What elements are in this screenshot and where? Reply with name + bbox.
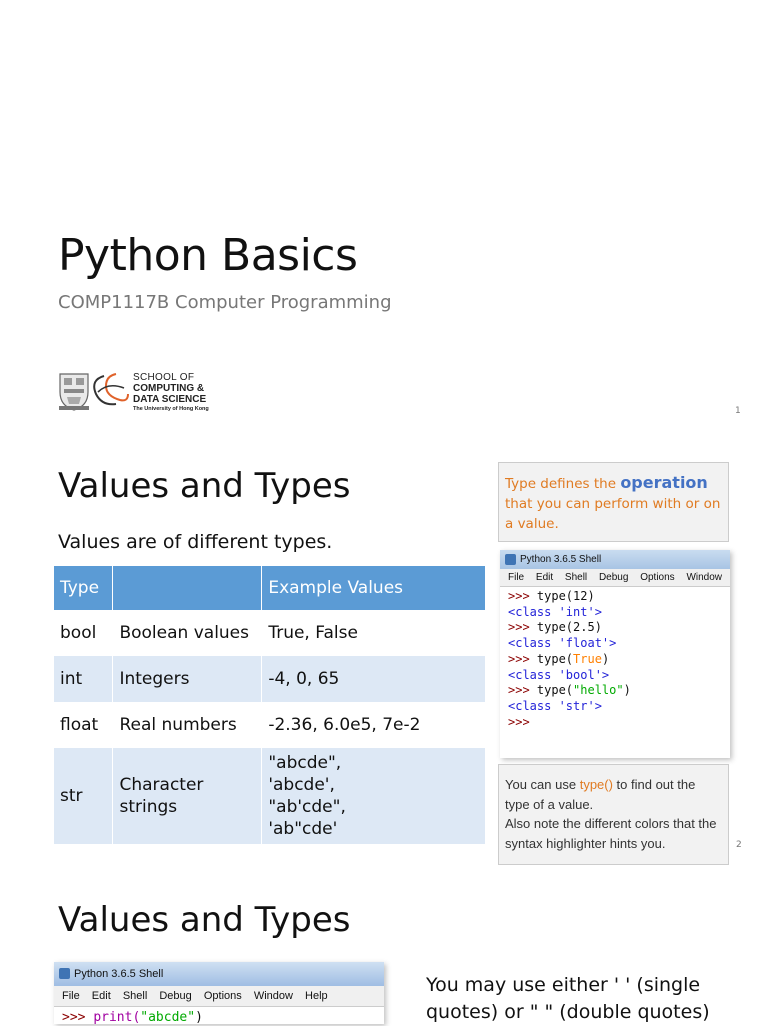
prompt: >>>	[508, 651, 537, 666]
menu-window[interactable]: Window	[686, 572, 722, 583]
callout-operation: Type defines the operation that you can …	[498, 462, 729, 542]
table-row: bool Boolean values True, False	[54, 610, 486, 656]
code-builtin: print(	[93, 1010, 141, 1024]
logo-text: SCHOOL OF COMPUTING & DATA SCIENCE The U…	[133, 372, 209, 413]
menu-shell[interactable]: Shell	[565, 572, 587, 583]
prompt: >>>	[508, 683, 537, 698]
callout-emphasis: operation	[620, 473, 708, 492]
table-cell-examples: -2.36, 6.0e5, 7e-2	[261, 702, 486, 748]
table-header-desc	[112, 566, 263, 610]
code-call: )	[601, 651, 610, 666]
menu-file[interactable]: File	[62, 990, 80, 1002]
slide1-title: Python Basics	[58, 230, 358, 281]
python-shell-window-2: Python 3.6.5 Shell File Edit Shell Debug…	[54, 962, 384, 1024]
quotes-explanation: You may use either ' ' (single quotes) o…	[426, 974, 710, 1023]
shell-title-bar: Python 3.6.5 Shell	[54, 962, 384, 986]
menu-edit[interactable]: Edit	[92, 990, 111, 1002]
shell-title: Python 3.6.5 Shell	[74, 968, 164, 980]
prompt: >>>	[508, 620, 537, 635]
shell-code-area[interactable]: >>> print("abcde")	[54, 1007, 384, 1024]
table-cell-type: float	[54, 702, 114, 748]
slide1-subtitle: COMP1117B Computer Programming	[58, 292, 392, 313]
python-icon	[59, 968, 70, 979]
slide2-intro: Values are of different types.	[58, 531, 333, 553]
table-cell-desc: Boolean values	[112, 610, 263, 656]
code-call: type(	[536, 651, 574, 666]
logo-line-2: COMPUTING &	[133, 383, 205, 394]
table-cell-examples: True, False	[261, 610, 486, 656]
desc-line: strings	[119, 797, 178, 817]
callout-text-pre: You can use	[505, 777, 580, 792]
shell-title-bar: Python 3.6.5 Shell	[500, 550, 730, 569]
menu-debug[interactable]: Debug	[159, 990, 191, 1002]
code-call: )	[195, 1010, 203, 1024]
code-output: <class 'str'>	[508, 698, 602, 713]
page-number-2: 2	[736, 840, 742, 850]
table-cell-examples: "abcde", 'abcde', "ab'cde", 'ab"cde'	[261, 748, 486, 844]
menu-options[interactable]: Options	[640, 572, 674, 583]
shell-title: Python 3.6.5 Shell	[520, 554, 602, 565]
logo-line-4: The University of Hong Kong	[133, 406, 209, 412]
menu-file[interactable]: File	[508, 572, 524, 583]
table-header-examples: Example Values	[261, 566, 486, 610]
menu-window[interactable]: Window	[254, 990, 293, 1002]
page-number-1: 1	[735, 406, 741, 416]
python-shell-window: Python 3.6.5 Shell File Edit Shell Debug…	[500, 550, 730, 758]
code-call: type(	[536, 683, 574, 698]
prompt: >>>	[508, 714, 530, 729]
example-line: 'abcde',	[268, 775, 335, 795]
prompt: >>>	[508, 589, 537, 603]
callout-text-pre: Type defines the	[505, 476, 621, 492]
shell-menu-bar: File Edit Shell Debug Options Window	[500, 569, 730, 587]
code-string: "hello"	[573, 683, 624, 698]
code-string: "abcde"	[140, 1010, 196, 1024]
callout-line-2: Also note the different colors that the …	[505, 816, 717, 851]
menu-debug[interactable]: Debug	[599, 572, 628, 583]
shell-code-area[interactable]: >>> type(12) <class 'int'> >>> type(2.5)…	[500, 587, 730, 732]
shell-menu-bar: File Edit Shell Debug Options Window Hel…	[54, 986, 384, 1007]
menu-shell[interactable]: Shell	[123, 990, 147, 1002]
slide3-heading: Values and Types	[58, 900, 351, 940]
types-table: Type Example Values bool Boolean values …	[54, 566, 486, 844]
callout-line-1: You can use type() to find out the type …	[505, 775, 722, 814]
desc-line: Character	[119, 775, 204, 795]
python-icon	[505, 554, 516, 565]
table-cell-examples: -4, 0, 65	[261, 656, 486, 702]
example-line: "ab'cde",	[268, 797, 346, 817]
code-call: )	[623, 683, 631, 698]
code-call: type(12)	[536, 589, 595, 603]
slide2-heading: Values and Types	[58, 466, 351, 506]
table-row: int Integers -4, 0, 65	[54, 656, 486, 702]
table-cell-desc: Real numbers	[112, 702, 263, 748]
code-output: <class 'float'>	[508, 636, 617, 651]
table-cell-type: str	[54, 748, 114, 844]
callout-text-post: that you can perform with or on a value.	[505, 496, 721, 532]
table-header-row: Type Example Values	[54, 566, 486, 610]
table-cell-type: bool	[54, 610, 114, 656]
code-output: <class 'bool'>	[508, 667, 610, 682]
prompt: >>>	[62, 1010, 94, 1024]
code-call: type(2.5)	[536, 620, 602, 635]
code-keyword: True	[573, 651, 602, 666]
logo-line-3: DATA SCIENCE	[133, 394, 207, 405]
example-line: 'ab"cde'	[268, 819, 338, 839]
logo-line-1: SCHOOL OF	[133, 372, 195, 383]
table-cell-type: int	[54, 656, 114, 702]
table-row: float Real numbers -2.36, 6.0e5, 7e-2	[54, 702, 486, 748]
callout-type-function: You can use type() to find out the type …	[498, 764, 729, 865]
code-output: <class 'int'>	[508, 604, 602, 619]
table-header-type: Type	[54, 566, 114, 610]
callout-function: type()	[579, 777, 613, 792]
menu-options[interactable]: Options	[204, 990, 242, 1002]
menu-help[interactable]: Help	[305, 990, 328, 1002]
menu-edit[interactable]: Edit	[536, 572, 553, 583]
table-row: str Character strings "abcde", 'abcde', …	[54, 748, 486, 844]
example-line: "abcde",	[268, 753, 342, 773]
table-cell-desc: Integers	[112, 656, 263, 702]
table-cell-desc: Character strings	[112, 748, 263, 844]
